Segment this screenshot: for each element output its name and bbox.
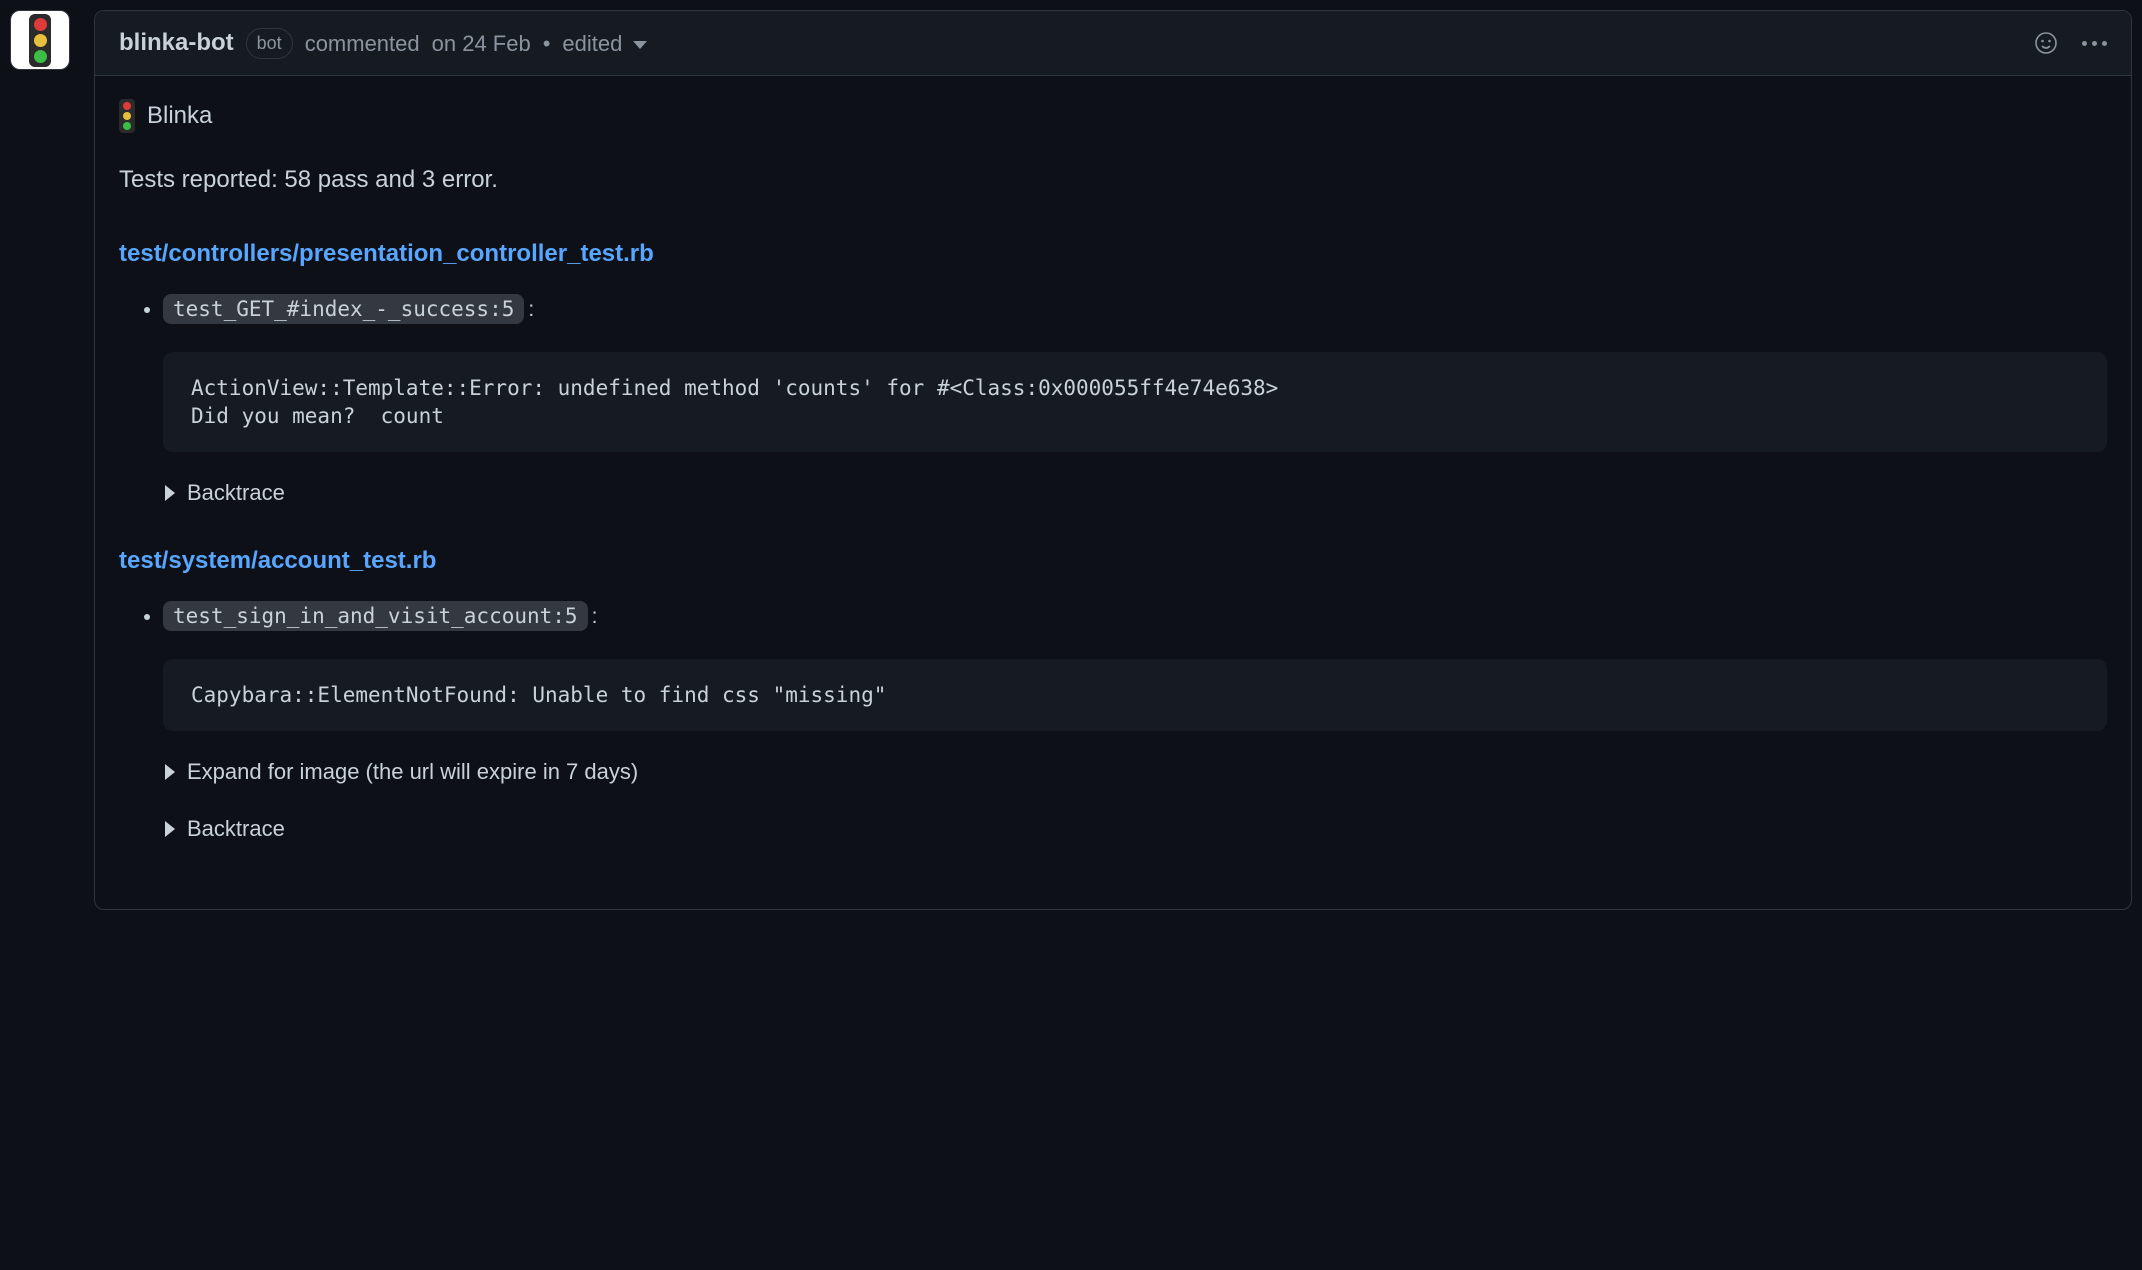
backtrace-toggle[interactable]: Backtrace [163, 812, 2107, 845]
error-code-block: Capybara::ElementNotFound: Unable to fin… [163, 659, 2107, 731]
comment-date[interactable]: on 24 Feb [432, 27, 531, 60]
test-file-section: test/controllers/presentation_controller… [119, 236, 2107, 509]
avatar[interactable] [10, 10, 70, 70]
test-summary: Tests reported: 58 pass and 3 error. [119, 162, 2107, 198]
details-label: Backtrace [187, 476, 285, 509]
file-link[interactable]: test/system/account_test.rb [119, 543, 436, 579]
separator-dot: • [543, 27, 551, 60]
smiley-icon [2034, 31, 2058, 55]
backtrace-toggle[interactable]: Backtrace [163, 476, 2107, 509]
test-name-code: test_GET_#index_-_success:5 [163, 294, 524, 324]
expand-image-toggle[interactable]: Expand for image (the url will expire in… [163, 755, 2107, 788]
author-link[interactable]: blinka-bot [119, 25, 234, 61]
error-code-block: ActionView::Template::Error: undefined m… [163, 352, 2107, 453]
chevron-down-icon [633, 41, 647, 49]
comment-body: Blinka Tests reported: 58 pass and 3 err… [95, 76, 2131, 909]
trailing-colon: : [528, 298, 534, 321]
traffic-light-icon [29, 14, 51, 67]
comment-header-actions [2034, 31, 2107, 55]
test-file-section: test/system/account_test.rb test_sign_in… [119, 543, 2107, 845]
triangle-right-icon [165, 485, 175, 501]
edited-dropdown[interactable]: edited [562, 27, 646, 60]
trailing-colon: : [592, 605, 598, 628]
edited-label: edited [562, 31, 622, 56]
app-title-line: Blinka [119, 98, 2107, 134]
app-name: Blinka [147, 98, 212, 134]
add-reaction-button[interactable] [2034, 31, 2058, 55]
triangle-right-icon [165, 764, 175, 780]
kebab-icon [2082, 41, 2087, 46]
timeline-item: blinka-bot bot commented on 24 Feb • edi… [10, 10, 2132, 910]
file-link[interactable]: test/controllers/presentation_controller… [119, 236, 654, 272]
bot-badge: bot [246, 28, 293, 59]
traffic-light-icon [119, 99, 135, 133]
triangle-right-icon [165, 821, 175, 837]
comment-header: blinka-bot bot commented on 24 Feb • edi… [95, 11, 2131, 76]
test-item: test_GET_#index_-_success:5: ActionView:… [163, 294, 2107, 509]
comment-container: blinka-bot bot commented on 24 Feb • edi… [94, 10, 2132, 910]
test-item: test_sign_in_and_visit_account:5: Capyba… [163, 601, 2107, 845]
commented-label: commented [305, 27, 420, 60]
test-name-code: test_sign_in_and_visit_account:5 [163, 601, 588, 631]
comment-menu-button[interactable] [2082, 41, 2107, 46]
details-label: Expand for image (the url will expire in… [187, 755, 638, 788]
details-label: Backtrace [187, 812, 285, 845]
